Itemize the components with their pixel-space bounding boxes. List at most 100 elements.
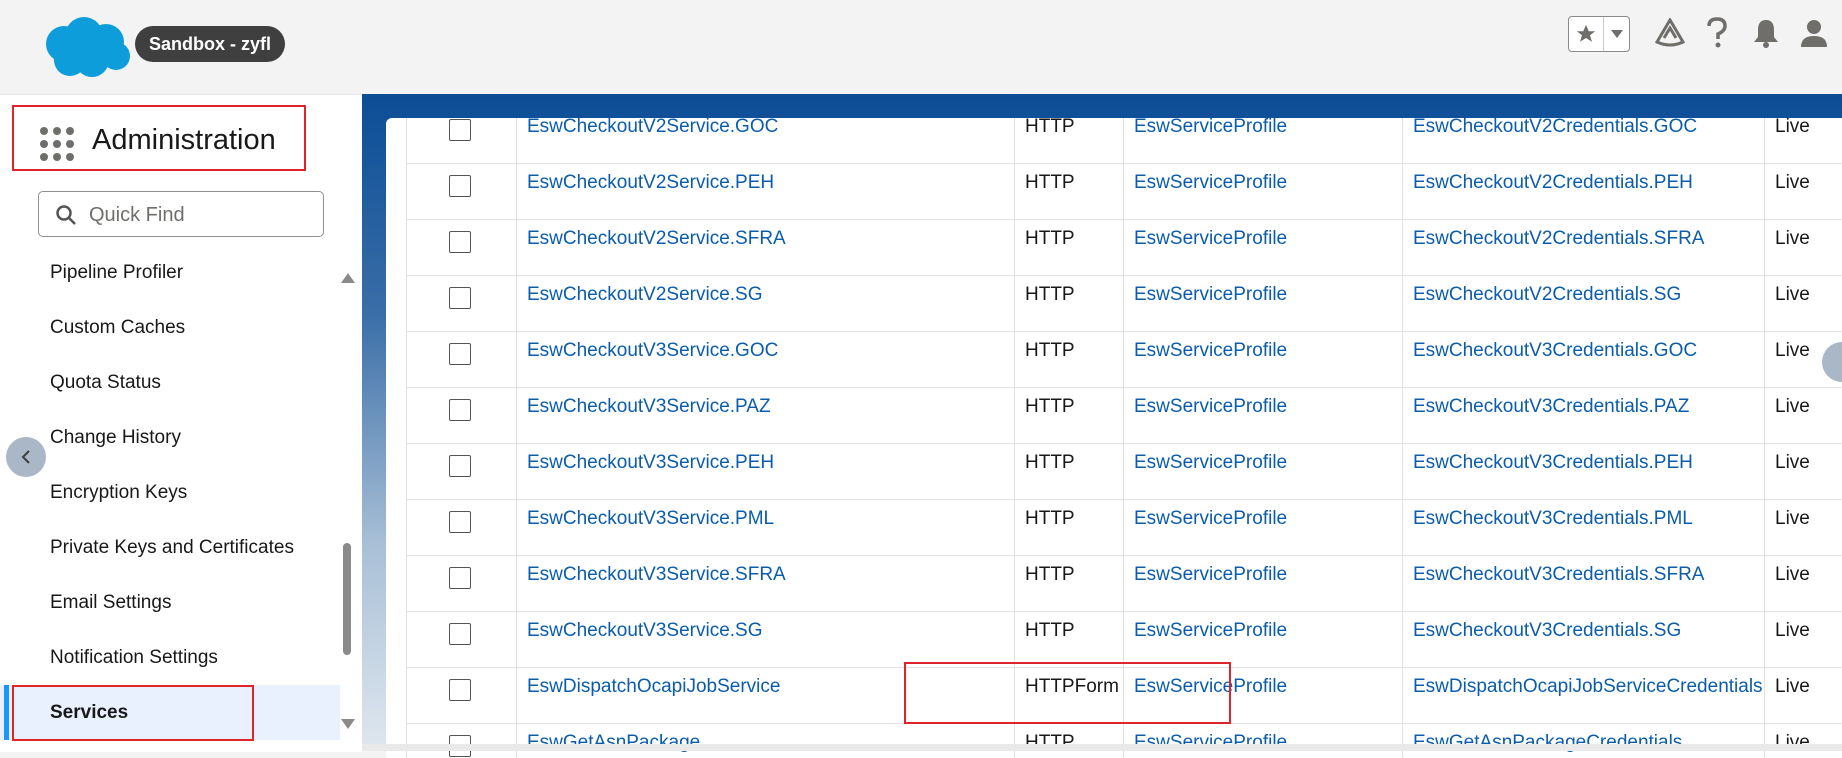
sidebar-item-notification-settings[interactable]: Notification Settings bbox=[0, 630, 340, 685]
chevron-left-icon bbox=[21, 450, 30, 464]
global-header: Sandbox - zyfl bbox=[0, 0, 1842, 94]
sandbox-badge: Sandbox - zyfl bbox=[135, 26, 286, 62]
service-name-link[interactable]: EswCheckoutV2Service.GOC bbox=[516, 118, 1014, 163]
service-profile-link[interactable]: EswServiceProfile bbox=[1123, 724, 1402, 758]
setup-sidebar: Administration Pipeline Profiler Custom … bbox=[0, 94, 362, 752]
salesforce-cloud-logo[interactable] bbox=[42, 16, 132, 78]
chevron-down-icon bbox=[1610, 30, 1623, 38]
select-cell bbox=[406, 388, 516, 443]
select-cell bbox=[406, 332, 516, 387]
select-cell bbox=[406, 118, 516, 163]
app-launcher-icon[interactable] bbox=[40, 127, 74, 161]
service-name-link[interactable]: EswCheckoutV3Service.PAZ bbox=[516, 388, 1014, 443]
app-title-highlight: Administration bbox=[12, 105, 306, 171]
table-row: EswCheckoutV2Service.GOC HTTP EswServicePr… bbox=[406, 118, 1842, 164]
service-status: Live bbox=[1764, 668, 1842, 723]
bottom-edge bbox=[362, 744, 1842, 751]
service-name-link[interactable]: EswCheckoutV2Service.SG bbox=[516, 276, 1014, 331]
service-credential-link[interactable]: EswCheckoutV3Credentials.PEH bbox=[1402, 444, 1764, 499]
sidebar-scrollbar-thumb[interactable] bbox=[343, 543, 351, 655]
service-credential-link[interactable]: EswCheckoutV2Credentials.SFRA bbox=[1402, 220, 1764, 275]
row-checkbox[interactable] bbox=[449, 623, 471, 645]
service-profile-link[interactable]: EswServiceProfile bbox=[1123, 500, 1402, 555]
row-checkbox[interactable] bbox=[449, 119, 471, 141]
table-row: EswCheckoutV3Service.SFRA HTTP EswServiceP… bbox=[406, 556, 1842, 612]
service-profile-link[interactable]: EswServiceProfile bbox=[1123, 332, 1402, 387]
help-button[interactable] bbox=[1700, 16, 1734, 50]
sidebar-item-encryption-keys[interactable]: Encryption Keys bbox=[0, 465, 340, 520]
select-cell bbox=[406, 612, 516, 667]
service-status: Live bbox=[1764, 388, 1842, 443]
service-profile-link[interactable]: EswServiceProfile bbox=[1123, 276, 1402, 331]
table-row: EswCheckoutV2Service.SFRA HTTP EswServiceP… bbox=[406, 220, 1842, 276]
service-profile-link[interactable]: EswServiceProfile bbox=[1123, 388, 1402, 443]
service-profile-link[interactable]: EswServiceProfile bbox=[1123, 612, 1402, 667]
sidebar-item-custom-caches[interactable]: Custom Caches bbox=[0, 300, 340, 355]
service-profile-link[interactable]: EswServiceProfile bbox=[1123, 164, 1402, 219]
favorites-button[interactable] bbox=[1569, 17, 1604, 51]
service-profile-link[interactable]: EswServiceProfile bbox=[1123, 556, 1402, 611]
table-row: EswDispatchOcapiJobService HTTPForm EswSer… bbox=[406, 668, 1842, 724]
row-checkbox[interactable] bbox=[449, 567, 471, 589]
table-row: EswCheckoutV3Service.PAZ HTTP EswServicePr… bbox=[406, 388, 1842, 444]
row-checkbox[interactable] bbox=[449, 231, 471, 253]
service-name-link[interactable]: EswDispatchOcapiJobService bbox=[516, 668, 1014, 723]
service-profile-link[interactable]: EswServiceProfile bbox=[1123, 444, 1402, 499]
trailhead-button[interactable] bbox=[1653, 16, 1687, 50]
sidebar-item-services[interactable]: Services bbox=[0, 685, 340, 740]
service-credential-link[interactable]: EswCheckoutV3Credentials.SFRA bbox=[1402, 556, 1764, 611]
select-cell bbox=[406, 444, 516, 499]
row-checkbox[interactable] bbox=[449, 287, 471, 309]
sidebar-item-quota-status[interactable]: Quota Status bbox=[0, 355, 340, 410]
scroll-up-arrow-icon[interactable] bbox=[340, 271, 356, 285]
service-profile-link[interactable]: EswServiceProfile bbox=[1123, 118, 1402, 163]
row-checkbox[interactable] bbox=[449, 511, 471, 533]
select-cell bbox=[406, 276, 516, 331]
quick-find-input[interactable] bbox=[87, 200, 311, 230]
service-name-link[interactable]: EswGetAsnPackage bbox=[516, 724, 1014, 758]
service-name-link[interactable]: EswCheckoutV2Service.PEH bbox=[516, 164, 1014, 219]
select-cell bbox=[406, 556, 516, 611]
user-avatar-icon bbox=[1801, 20, 1827, 47]
service-profile-link[interactable]: EswServiceProfile bbox=[1123, 220, 1402, 275]
service-credential-link[interactable]: EswCheckoutV2Credentials.SG bbox=[1402, 276, 1764, 331]
service-credential-link[interactable]: EswCheckoutV2Credentials.PEH bbox=[1402, 164, 1764, 219]
select-cell bbox=[406, 164, 516, 219]
row-checkbox[interactable] bbox=[449, 455, 471, 477]
row-checkbox[interactable] bbox=[449, 175, 471, 197]
sidebar-item-email-settings[interactable]: Email Settings bbox=[0, 575, 340, 630]
service-profile-link[interactable]: EswServiceProfile bbox=[1123, 668, 1402, 723]
service-credential-link[interactable]: EswCheckoutV3Credentials.GOC bbox=[1402, 332, 1764, 387]
sidebar-item-change-history[interactable]: Change History bbox=[0, 410, 340, 465]
service-name-link[interactable]: EswCheckoutV3Service.SFRA bbox=[516, 556, 1014, 611]
service-credential-link[interactable]: EswCheckoutV3Credentials.SG bbox=[1402, 612, 1764, 667]
service-credential-link[interactable]: EswDispatchOcapiJobServiceCredentials bbox=[1402, 668, 1764, 723]
service-name-link[interactable]: EswCheckoutV3Service.SG bbox=[516, 612, 1014, 667]
notifications-button[interactable] bbox=[1749, 16, 1783, 50]
service-credential-link[interactable]: EswCheckoutV3Credentials.PAZ bbox=[1402, 388, 1764, 443]
service-credential-link[interactable]: EswCheckoutV2Credentials.GOC bbox=[1402, 118, 1764, 163]
table-row: EswCheckoutV3Service.GOC HTTP EswServicePr… bbox=[406, 332, 1842, 388]
favorites-control bbox=[1568, 16, 1630, 52]
service-credential-link[interactable]: EswGetAsnPackageCredentials bbox=[1402, 724, 1764, 758]
row-checkbox[interactable] bbox=[449, 399, 471, 421]
table-row: EswCheckoutV3Service.SG HTTP EswServicePro… bbox=[406, 612, 1842, 668]
service-name-link[interactable]: EswCheckoutV3Service.GOC bbox=[516, 332, 1014, 387]
service-credential-link[interactable]: EswCheckoutV3Credentials.PML bbox=[1402, 500, 1764, 555]
collapse-sidebar-button[interactable] bbox=[6, 437, 46, 477]
favorites-dropdown-button[interactable] bbox=[1604, 17, 1629, 51]
table-row: EswGetAsnPackage HTTP EswServiceProfile Esw… bbox=[406, 724, 1842, 758]
row-checkbox[interactable] bbox=[449, 343, 471, 365]
service-name-link[interactable]: EswCheckoutV3Service.PEH bbox=[516, 444, 1014, 499]
service-name-link[interactable]: EswCheckoutV3Service.PML bbox=[516, 500, 1014, 555]
sidebar-item-private-keys[interactable]: Private Keys and Certificates bbox=[0, 520, 340, 575]
service-status: Live bbox=[1764, 164, 1842, 219]
service-status: Live bbox=[1764, 276, 1842, 331]
user-profile-button[interactable] bbox=[1797, 16, 1831, 50]
service-name-link[interactable]: EswCheckoutV2Service.SFRA bbox=[516, 220, 1014, 275]
select-cell bbox=[406, 500, 516, 555]
quick-find-field[interactable] bbox=[38, 191, 324, 237]
scroll-down-arrow-icon[interactable] bbox=[340, 717, 356, 731]
sidebar-item-pipeline-profiler[interactable]: Pipeline Profiler bbox=[0, 245, 340, 300]
row-checkbox[interactable] bbox=[449, 679, 471, 701]
